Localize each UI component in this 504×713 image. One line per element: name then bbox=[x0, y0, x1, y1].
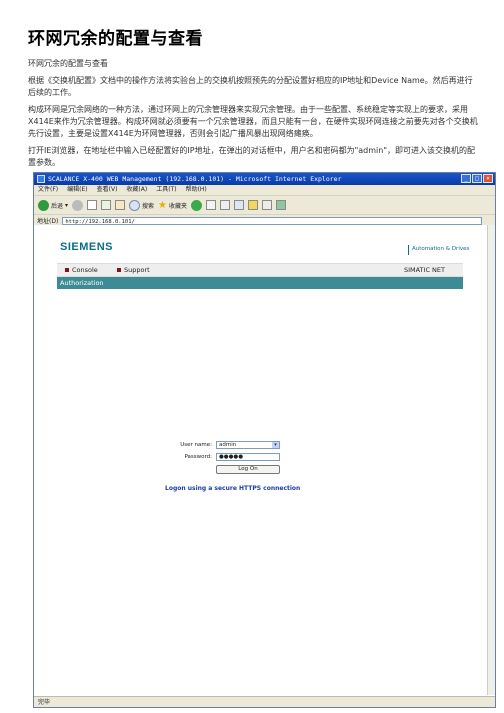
ie-icon bbox=[37, 175, 45, 183]
status-bar: 完毕 bbox=[34, 696, 495, 707]
https-link[interactable]: Logon using a secure HTTPS connection bbox=[165, 485, 300, 492]
folder-icon[interactable] bbox=[248, 200, 259, 210]
print-icon[interactable] bbox=[220, 200, 231, 210]
bullet-icon bbox=[117, 268, 121, 272]
star-icon: ★ bbox=[158, 199, 168, 211]
section-header: Authorization bbox=[57, 277, 463, 289]
doc-subtitle: 环网冗余的配置与查看 bbox=[28, 59, 108, 68]
favorites-button[interactable]: ★ 收藏夹 bbox=[158, 200, 187, 211]
siemens-logo: SIEMENS bbox=[60, 241, 114, 253]
doc-paragraph-1: 根据《交换机配置》文档中的操作方法将实验台上的交换机按照预先的分配设置好相应的I… bbox=[28, 76, 473, 97]
menu-tools[interactable]: 工具(T) bbox=[156, 185, 176, 195]
menu-view[interactable]: 查看(V) bbox=[97, 185, 118, 195]
menu-file[interactable]: 文件(F) bbox=[38, 185, 58, 195]
doc-paragraph-3: 打开IE浏览器，在地址栏中输入已经配置好的IP地址，在弹出的对话框中，用户名和密… bbox=[28, 146, 476, 167]
research-icon[interactable] bbox=[262, 200, 273, 210]
password-label: Password: bbox=[184, 454, 212, 460]
address-input[interactable]: http://192.168.0.101/ bbox=[62, 216, 483, 225]
username-label: User name: bbox=[180, 442, 212, 448]
nav-support[interactable]: Support bbox=[117, 264, 150, 276]
menu-favorites[interactable]: 收藏(A) bbox=[126, 185, 147, 195]
nav-bar: Console Support SIMATIC NET bbox=[57, 263, 463, 277]
browser-window: SCALANCE X-400 WEB Management (192.168.0… bbox=[33, 172, 496, 708]
address-label: 地址(D) bbox=[37, 218, 59, 225]
nav-console[interactable]: Console bbox=[65, 264, 98, 276]
log-on-button[interactable]: Log On bbox=[216, 465, 280, 474]
maximize-icon[interactable]: □ bbox=[472, 174, 482, 183]
password-field[interactable]: ●●●●● bbox=[216, 453, 280, 461]
home-icon[interactable] bbox=[115, 200, 126, 210]
page-content: SIEMENS Automation & Drives Console Supp… bbox=[34, 225, 488, 695]
minimize-icon[interactable]: _ bbox=[461, 174, 471, 183]
tagline: Automation & Drives bbox=[408, 245, 469, 255]
window-title: SCALANCE X-400 WEB Management (192.168.0… bbox=[48, 175, 342, 183]
search-icon bbox=[129, 199, 141, 211]
back-button[interactable]: 后退 ▾ bbox=[38, 199, 68, 211]
page-title: 环网冗余的配置与查看 bbox=[28, 29, 203, 49]
vertical-scrollbar[interactable] bbox=[487, 225, 495, 695]
media-icon[interactable] bbox=[191, 199, 203, 211]
edit-icon[interactable] bbox=[234, 200, 245, 210]
close-icon[interactable]: × bbox=[483, 174, 493, 183]
simatic-net-label: SIMATIC NET bbox=[403, 266, 445, 274]
chevron-down-icon[interactable]: ▾ bbox=[272, 442, 279, 448]
search-button[interactable]: 搜索 bbox=[129, 199, 154, 211]
messenger-icon[interactable] bbox=[276, 200, 287, 210]
forward-icon[interactable] bbox=[72, 199, 84, 211]
bullet-icon bbox=[65, 268, 69, 272]
refresh-icon[interactable] bbox=[101, 200, 112, 210]
menu-help[interactable]: 帮助(H) bbox=[186, 185, 207, 195]
mail-icon[interactable] bbox=[206, 200, 217, 210]
browser-toolbar: 后退 ▾ 搜索 ★ 收藏夹 bbox=[34, 196, 495, 215]
stop-icon[interactable] bbox=[87, 200, 98, 210]
menu-bar: 文件(F) 编辑(E) 查看(V) 收藏(A) 工具(T) 帮助(H) bbox=[34, 185, 495, 196]
doc-paragraph-2: 构成环网是冗余网络的一种方法，通过环网上的冗余管理器来实现冗余管理。由于一些配置… bbox=[28, 105, 478, 138]
username-field[interactable]: admin ▾ bbox=[216, 441, 280, 449]
window-titlebar: SCALANCE X-400 WEB Management (192.168.0… bbox=[34, 173, 495, 185]
menu-edit[interactable]: 编辑(E) bbox=[67, 185, 87, 195]
back-arrow-icon bbox=[38, 199, 49, 211]
